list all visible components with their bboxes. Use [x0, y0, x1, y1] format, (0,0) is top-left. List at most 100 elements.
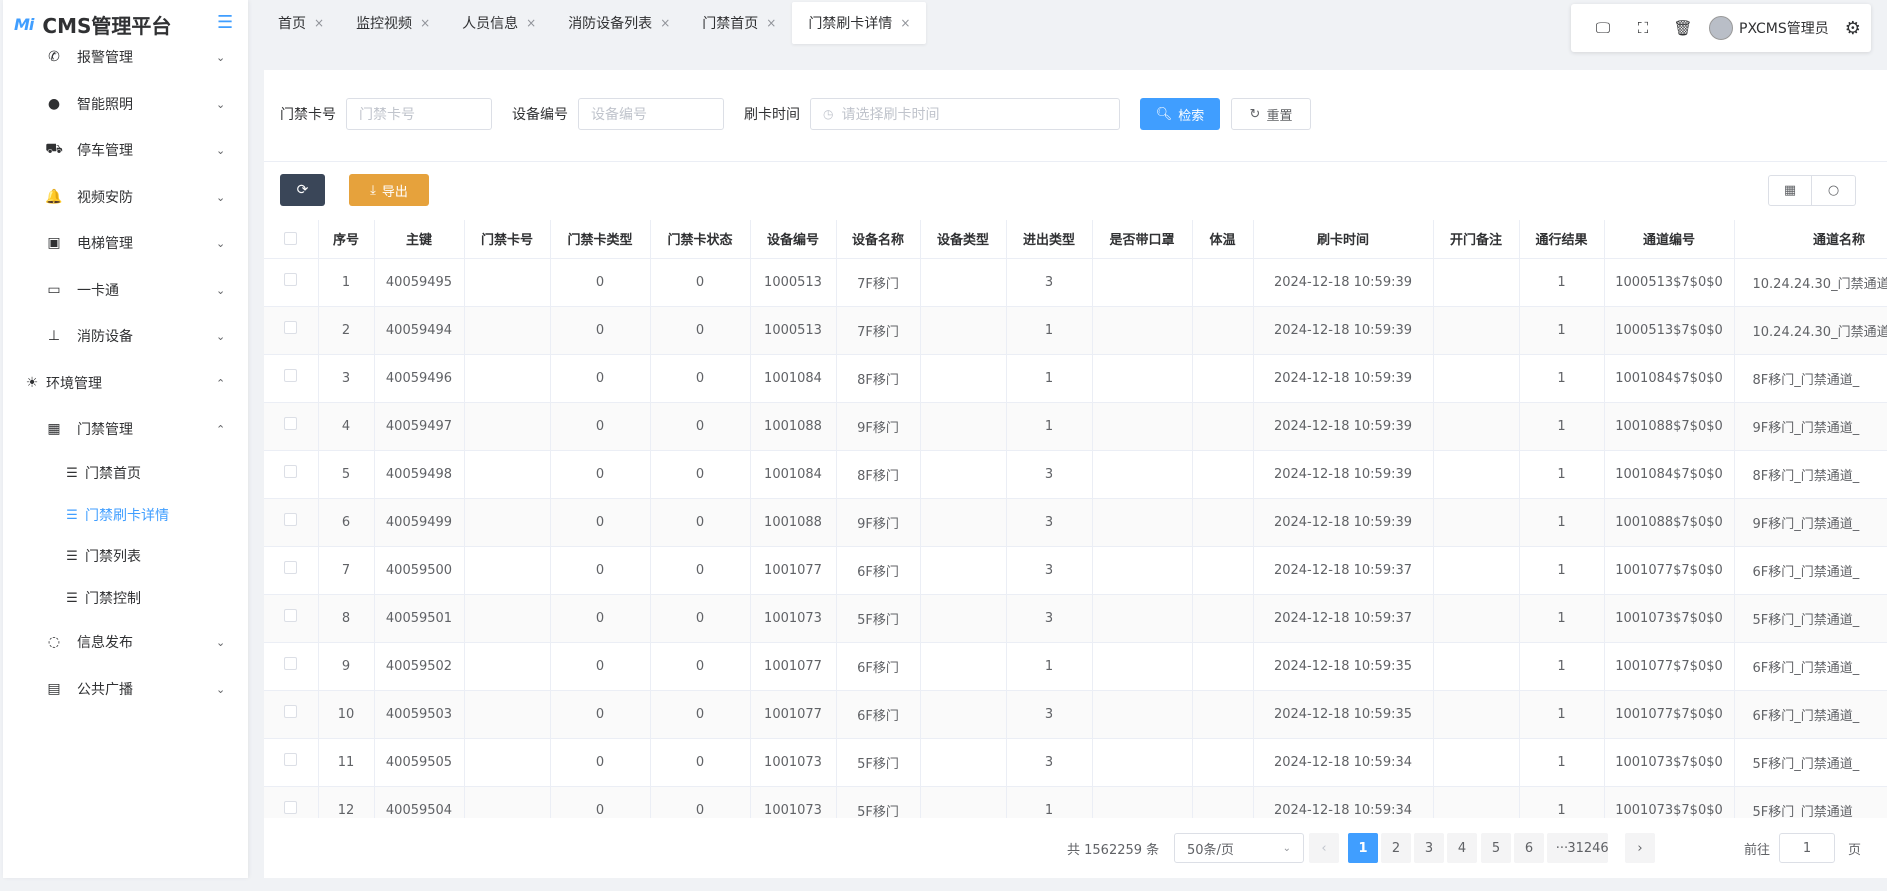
table-cell	[1092, 786, 1193, 818]
export-button[interactable]: ⤓ 导出	[349, 174, 429, 206]
select-all-checkbox-cell	[264, 220, 319, 259]
row-checkbox-cell	[264, 450, 319, 499]
monitor-icon[interactable]: 🖵	[1583, 19, 1623, 37]
sidebar-item[interactable]: ◌ 信息发布 ⌄	[3, 622, 248, 662]
table-cell: 7F移门	[836, 258, 921, 307]
table-cell	[1192, 594, 1254, 643]
table-cell	[464, 498, 551, 547]
table-row[interactable]: 12 40059504 0 0 1001073 5F移门 1 2024-12-18 10:59…	[264, 786, 1887, 818]
reset-button[interactable]: ↻ 重置	[1231, 98, 1311, 130]
sidebar-item[interactable]: ⛟ 停车管理 ⌄	[3, 130, 248, 170]
page-size-select[interactable]: 50条/页 ⌄	[1174, 833, 1304, 863]
avatar[interactable]	[1709, 16, 1733, 40]
sidebar-item[interactable]: ▭ 一卡通 ⌄	[3, 270, 248, 310]
sidebar-item[interactable]: ▦ 门禁管理 ⌃	[3, 409, 248, 449]
device-input[interactable]: 设备编号	[578, 98, 724, 130]
page-button[interactable]: 5	[1481, 833, 1511, 863]
table-row[interactable]: 5 40059498 0 0 1001084 8F移门 3 2024-12-18 10:59:…	[264, 450, 1887, 499]
table-row[interactable]: 10 40059503 0 0 1001077 6F移门 3 2024-12-18 10:59…	[264, 690, 1887, 739]
close-icon[interactable]: ×	[420, 16, 430, 30]
goto-input[interactable]: 1	[1779, 833, 1835, 863]
table-cell: 1001088	[750, 498, 837, 547]
table-row[interactable]: 2 40059494 0 0 1000513 7F移门 1 2024-12-18 10:59:…	[264, 306, 1887, 355]
refresh-button[interactable]: ⟳	[280, 174, 325, 206]
sidebar-item[interactable]: ☀ 环境管理 ⌃	[3, 363, 248, 403]
search-button[interactable]: 🔍︎ 检索	[1140, 98, 1220, 130]
trash-icon[interactable]: 🗑	[1663, 19, 1703, 37]
row-checkbox[interactable]	[284, 368, 298, 382]
page-button[interactable]: 31246	[1567, 833, 1609, 863]
table-cell: 40059504	[374, 786, 465, 818]
row-checkbox[interactable]	[284, 656, 298, 670]
row-checkbox[interactable]	[284, 512, 298, 526]
tab[interactable]: 监控视频 ×	[340, 2, 446, 44]
row-checkbox[interactable]	[284, 704, 298, 718]
page-button[interactable]: 2	[1381, 833, 1411, 863]
row-checkbox[interactable]	[284, 416, 298, 430]
close-icon[interactable]: ×	[314, 16, 324, 30]
prev-page-button[interactable]: ‹	[1309, 833, 1339, 863]
toggle-search-button[interactable]: ○	[1812, 175, 1856, 206]
sidebar-item[interactable]: ● 智能照明 ⌄	[3, 84, 248, 124]
sidebar-item[interactable]: ☰ 门禁刷卡详情	[3, 495, 248, 535]
tab[interactable]: 消防设备列表 ×	[552, 2, 686, 44]
tab[interactable]: 首页 ×	[262, 2, 340, 44]
close-icon[interactable]: ×	[766, 16, 776, 30]
row-checkbox[interactable]	[284, 320, 298, 334]
table-row[interactable]: 11 40059505 0 0 1001073 5F移门 3 2024-12-18 10:59…	[264, 738, 1887, 787]
sidebar-item[interactable]: ☰ 门禁控制	[3, 578, 248, 618]
row-checkbox[interactable]	[284, 752, 298, 766]
settings-icon[interactable]: ⚙	[1845, 18, 1861, 39]
sidebar-item[interactable]: ▤ 公共广播 ⌄	[3, 669, 248, 709]
table-row[interactable]: 8 40059501 0 0 1001073 5F移门 3 2024-12-18 10:59:…	[264, 594, 1887, 643]
row-checkbox[interactable]	[284, 272, 298, 286]
menu-collapse-icon[interactable]: ☰	[217, 12, 233, 33]
table-cell: 0	[550, 546, 651, 595]
row-checkbox[interactable]	[284, 560, 298, 574]
sidebar-item[interactable]: ▣ 电梯管理 ⌄	[3, 223, 248, 263]
row-checkbox[interactable]	[284, 608, 298, 622]
fullscreen-icon[interactable]: ⛶	[1623, 19, 1663, 37]
table-cell: 0	[650, 546, 751, 595]
table-cell	[1433, 498, 1520, 547]
table-cell: 1	[1519, 354, 1605, 403]
card-input[interactable]: 门禁卡号	[346, 98, 492, 130]
sidebar-item[interactable]: ⊥ 消防设备 ⌄	[3, 316, 248, 356]
page-button[interactable]: 1	[1348, 833, 1378, 863]
tab[interactable]: 门禁首页 ×	[686, 2, 792, 44]
chevron-down-icon: ⌄	[216, 283, 226, 297]
sidebar-item[interactable]: ✆ 报警管理 ⌄	[3, 37, 248, 77]
table-cell: 0	[550, 258, 651, 307]
table-row[interactable]: 7 40059500 0 0 1001077 6F移门 3 2024-12-18 10:59:…	[264, 546, 1887, 595]
tab[interactable]: 人员信息 ×	[446, 2, 552, 44]
table-row[interactable]: 1 40059495 0 0 1000513 7F移门 3 2024-12-18 10:59:…	[264, 258, 1887, 307]
sidebar-item[interactable]: ☰ 门禁首页	[3, 453, 248, 493]
page-button[interactable]: 4	[1447, 833, 1477, 863]
table-cell: 1001084	[750, 450, 837, 499]
row-checkbox[interactable]	[284, 464, 298, 478]
columns-toggle-button[interactable]: ▦	[1768, 175, 1812, 206]
page-button[interactable]: 6	[1514, 833, 1544, 863]
table-row[interactable]: 9 40059502 0 0 1001077 6F移门 1 2024-12-18 10:59:…	[264, 642, 1887, 691]
table-row[interactable]: 6 40059499 0 0 1001088 9F移门 3 2024-12-18 10:59:…	[264, 498, 1887, 547]
header-actions: 🖵 ⛶ 🗑 PXCMS管理员 ⚙	[1571, 4, 1871, 52]
user-name[interactable]: PXCMS管理员	[1739, 18, 1829, 38]
sidebar-item[interactable]: 🔔 视频安防 ⌄	[3, 177, 248, 217]
close-icon[interactable]: ×	[660, 16, 670, 30]
table-row[interactable]: 3 40059496 0 0 1001084 8F移门 1 2024-12-18 10:59:…	[264, 354, 1887, 403]
table-row[interactable]: 4 40059497 0 0 1001088 9F移门 1 2024-12-18 10:59:…	[264, 402, 1887, 451]
close-icon[interactable]: ×	[526, 16, 536, 30]
table-cell: 3	[1006, 690, 1093, 739]
table-cell	[1192, 258, 1254, 307]
tab[interactable]: 门禁刷卡详情 ×	[792, 2, 927, 44]
download-icon: ⤓	[370, 182, 376, 198]
search-icon: 🔍︎	[1155, 106, 1173, 122]
row-checkbox[interactable]	[284, 800, 298, 814]
table-cell	[464, 354, 551, 403]
close-icon[interactable]: ×	[900, 16, 910, 30]
next-page-button[interactable]: ›	[1625, 833, 1655, 863]
page-button[interactable]: 3	[1414, 833, 1444, 863]
select-all-checkbox[interactable]	[284, 232, 298, 246]
time-picker[interactable]: ◷ 请选择刷卡时间	[810, 98, 1120, 130]
sidebar-item[interactable]: ☰ 门禁列表	[3, 536, 248, 576]
